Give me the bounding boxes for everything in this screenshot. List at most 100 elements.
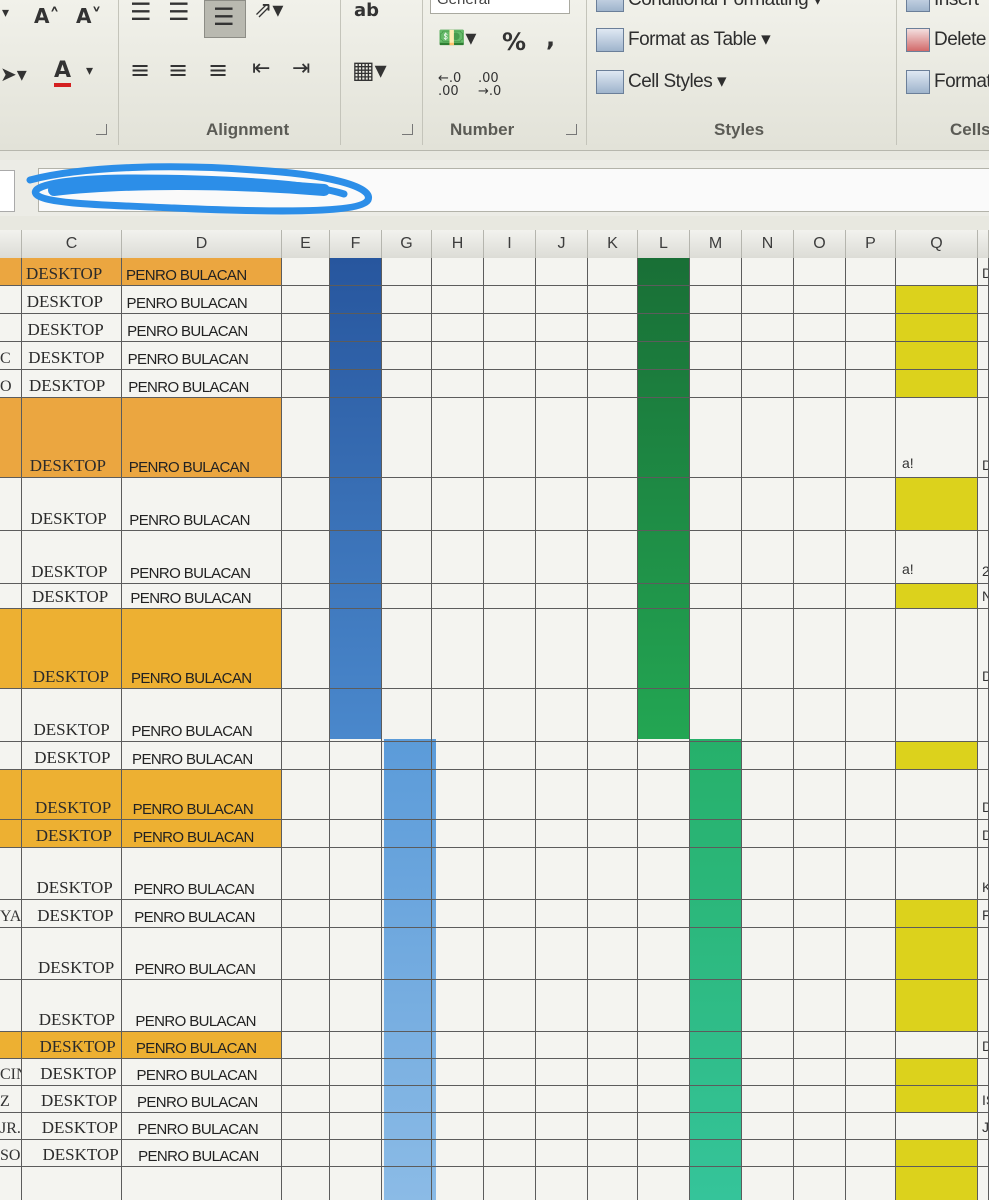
- cell-q[interactable]: [896, 609, 978, 688]
- cell-r[interactable]: DI: [978, 1032, 989, 1058]
- cell-f[interactable]: [330, 609, 382, 688]
- cell-q[interactable]: [896, 1140, 978, 1166]
- cell-e[interactable]: [282, 689, 330, 741]
- cell-c[interactable]: DESKTOP: [22, 398, 122, 477]
- cell-m[interactable]: [690, 980, 742, 1031]
- cell-j[interactable]: [536, 478, 588, 530]
- cell-d[interactable]: PENRO BULACAN: [122, 980, 282, 1031]
- cell-q[interactable]: [896, 848, 978, 899]
- cell-f[interactable]: [330, 398, 382, 477]
- cell-r[interactable]: F: [978, 900, 989, 927]
- cell-d[interactable]: PENRO BULACAN: [122, 609, 282, 688]
- cell-q[interactable]: [896, 1032, 978, 1058]
- cell-b[interactable]: YA: [0, 900, 22, 927]
- cell-r[interactable]: D: [978, 770, 989, 819]
- cell-h[interactable]: [432, 980, 484, 1031]
- cell-p[interactable]: [846, 584, 896, 608]
- cell-g[interactable]: [382, 478, 432, 530]
- cell-c[interactable]: DESKTOP: [22, 584, 122, 608]
- cell-p[interactable]: [846, 820, 896, 847]
- cell-b[interactable]: [0, 398, 22, 477]
- column-header-i[interactable]: I: [484, 230, 536, 258]
- column-header-m[interactable]: M: [690, 230, 742, 258]
- increase-indent-icon[interactable]: ⇥: [292, 58, 310, 80]
- cell-p[interactable]: [846, 848, 896, 899]
- cell-e[interactable]: [282, 848, 330, 899]
- cell-m[interactable]: [690, 286, 742, 313]
- cell-k[interactable]: [588, 258, 638, 285]
- cell-r[interactable]: N: [978, 584, 989, 608]
- cell-o[interactable]: [794, 314, 846, 341]
- cell-h[interactable]: [432, 584, 484, 608]
- cell-k[interactable]: [588, 584, 638, 608]
- column-header-e[interactable]: E: [282, 230, 330, 258]
- cell-p[interactable]: [846, 286, 896, 313]
- cell-n[interactable]: [742, 531, 794, 583]
- cell-c[interactable]: DESKTOP: [22, 820, 122, 847]
- cell-n[interactable]: [742, 398, 794, 477]
- cell-b[interactable]: [0, 1167, 22, 1200]
- cell-f[interactable]: [330, 770, 382, 819]
- cell-g[interactable]: [382, 1086, 432, 1112]
- cell-e[interactable]: [282, 370, 330, 397]
- cell-b[interactable]: [0, 584, 22, 608]
- cell-g[interactable]: [382, 689, 432, 741]
- cell-l[interactable]: [638, 1086, 690, 1112]
- cell-j[interactable]: [536, 609, 588, 688]
- cell-c[interactable]: DESKTOP: [22, 900, 122, 927]
- cell-j[interactable]: [536, 531, 588, 583]
- cell-k[interactable]: [588, 1086, 638, 1112]
- cell-c[interactable]: DESKTOP: [22, 286, 122, 313]
- cell-r[interactable]: D: [978, 398, 989, 477]
- cell-f[interactable]: [330, 258, 382, 285]
- cell-d[interactable]: PENRO BULACAN: [122, 398, 282, 477]
- cell-q[interactable]: [896, 900, 978, 927]
- cell-o[interactable]: [794, 820, 846, 847]
- cell-l[interactable]: [638, 848, 690, 899]
- cell-d[interactable]: PENRO BULACAN: [122, 1086, 282, 1112]
- cell-b[interactable]: Z: [0, 1086, 22, 1112]
- cell-g[interactable]: [382, 258, 432, 285]
- cell-g[interactable]: [382, 314, 432, 341]
- align-right-icon[interactable]: ≡: [208, 58, 228, 82]
- cell-o[interactable]: [794, 258, 846, 285]
- cell-f[interactable]: [330, 531, 382, 583]
- cell-l[interactable]: [638, 370, 690, 397]
- cell-r[interactable]: [978, 980, 989, 1031]
- cell-f[interactable]: [330, 928, 382, 979]
- cell-m[interactable]: [690, 770, 742, 819]
- cell-r[interactable]: [978, 1059, 989, 1085]
- cell-f[interactable]: [330, 478, 382, 530]
- cell-c[interactable]: DESKTOP: [22, 928, 122, 979]
- cell-b[interactable]: JR.: [0, 1113, 22, 1139]
- cell-d[interactable]: PENRO BULACAN: [122, 1113, 282, 1139]
- format-as-table-button[interactable]: Format as Table ▾: [596, 28, 771, 52]
- cell-k[interactable]: [588, 689, 638, 741]
- cell-m[interactable]: [690, 1140, 742, 1166]
- percent-style-icon[interactable]: %: [502, 30, 526, 54]
- cell-c[interactable]: DESKTOP: [22, 609, 122, 688]
- cell-e[interactable]: [282, 258, 330, 285]
- cell-c[interactable]: DESKTOP: [22, 258, 122, 285]
- cell-f[interactable]: [330, 370, 382, 397]
- cell-m[interactable]: [690, 314, 742, 341]
- cell-e[interactable]: [282, 900, 330, 927]
- cell-f[interactable]: [330, 742, 382, 769]
- cell-c[interactable]: DESKTOP: [22, 478, 122, 530]
- decrease-decimal-icon[interactable]: .00 →.0: [478, 72, 512, 98]
- cell-o[interactable]: [794, 742, 846, 769]
- font-dialog-launcher[interactable]: [96, 124, 107, 135]
- cell-o[interactable]: [794, 286, 846, 313]
- cell-p[interactable]: [846, 1140, 896, 1166]
- cell-g[interactable]: [382, 286, 432, 313]
- cell-f[interactable]: [330, 314, 382, 341]
- cell-b[interactable]: [0, 848, 22, 899]
- cell-k[interactable]: [588, 531, 638, 583]
- cell-j[interactable]: [536, 584, 588, 608]
- cell-d[interactable]: PENRO BULACAN: [122, 370, 282, 397]
- cell-l[interactable]: [638, 900, 690, 927]
- cell-f[interactable]: [330, 584, 382, 608]
- cell-e[interactable]: [282, 770, 330, 819]
- cell-g[interactable]: [382, 370, 432, 397]
- cell-k[interactable]: [588, 1140, 638, 1166]
